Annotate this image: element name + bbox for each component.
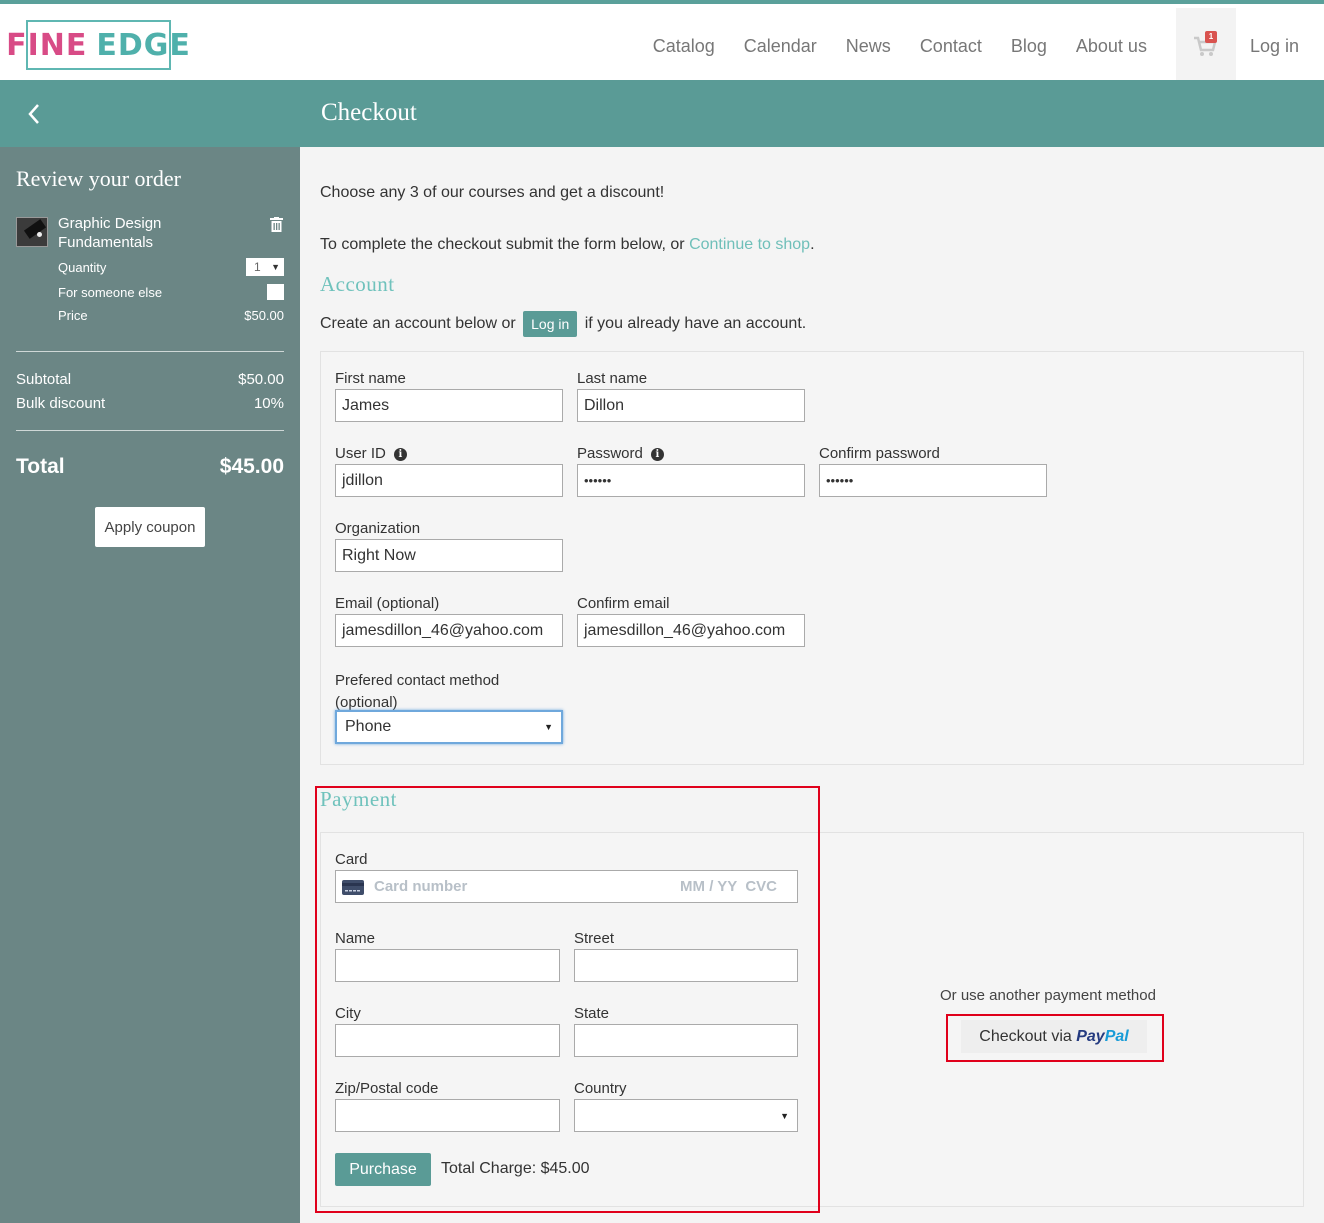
page-title: Checkout xyxy=(321,99,417,126)
price-label: Price xyxy=(58,308,88,323)
apply-coupon-button[interactable]: Apply coupon xyxy=(95,507,205,547)
paypal-highlight-box xyxy=(946,1014,1164,1062)
info-icon[interactable]: i xyxy=(650,447,664,461)
organization-label: Organization xyxy=(335,520,421,537)
cart-button[interactable]: 1 xyxy=(1175,8,1236,84)
account-intro-start: Create an account below or xyxy=(320,315,521,333)
top-navbar: FINE EDGE Catalog Calendar News Contact … xyxy=(0,0,1324,84)
subtotal-label: Subtotal xyxy=(16,371,72,388)
organization-input[interactable]: Right Now xyxy=(335,539,563,572)
complete-text-start: To complete the checkout submit the form… xyxy=(320,236,690,253)
page-header: Checkout xyxy=(0,80,1324,147)
order-review-sidebar: Review your order Graphic Design Fundame… xyxy=(0,147,300,1223)
nav-calendar[interactable]: Calendar xyxy=(744,36,817,57)
subtotal-row: Subtotal $50.00 xyxy=(16,371,284,388)
total-row: Total $45.00 xyxy=(16,455,284,479)
trash-icon[interactable] xyxy=(270,217,283,232)
nav-about-us[interactable]: About us xyxy=(1076,36,1147,57)
price-value: $50.00 xyxy=(244,308,284,323)
checkout-main: Choose any 3 of our courses and get a di… xyxy=(300,147,1324,1223)
password-label-wrap: Password i xyxy=(577,445,664,462)
complete-text: To complete the checkout submit the form… xyxy=(320,236,815,254)
email-label: Email (optional) xyxy=(335,595,440,612)
complete-text-end: . xyxy=(810,236,815,253)
quantity-select[interactable]: 1 ▼ xyxy=(246,258,284,276)
user-id-label: User ID xyxy=(335,445,386,462)
user-id-input[interactable]: jdillon xyxy=(335,464,563,497)
logo-word-fine: FINE xyxy=(6,27,88,63)
someone-else-checkbox[interactable] xyxy=(267,284,284,300)
user-id-label-wrap: User ID i xyxy=(335,445,407,462)
contact-method-value: Phone xyxy=(345,718,392,735)
nav-contact[interactable]: Contact xyxy=(920,36,982,57)
confirm-email-label: Confirm email xyxy=(577,595,670,612)
course-thumbnail xyxy=(16,217,48,247)
discount-value: 10% xyxy=(253,395,284,412)
cart-count-badge: 1 xyxy=(1204,31,1217,43)
quantity-row: Quantity 1 ▼ xyxy=(58,258,284,276)
promo-text: Choose any 3 of our courses and get a di… xyxy=(320,184,665,201)
back-chevron-icon[interactable] xyxy=(22,101,46,127)
nav-blog[interactable]: Blog xyxy=(1011,36,1047,57)
confirm-password-label: Confirm password xyxy=(819,445,940,462)
first-name-label: First name xyxy=(335,370,406,387)
review-order-title: Review your order xyxy=(16,166,181,191)
alt-payment-text: Or use another payment method xyxy=(940,987,1156,1004)
nav-news[interactable]: News xyxy=(846,36,891,57)
fine-edge-logo[interactable]: FINE EDGE xyxy=(6,20,190,70)
account-intro-end: if you already have an account. xyxy=(580,315,807,333)
quantity-label: Quantity xyxy=(58,259,107,275)
first-name-input[interactable]: James xyxy=(335,389,563,422)
contact-method-label: Prefered contact method (optional) xyxy=(335,672,500,711)
info-icon[interactable]: i xyxy=(393,447,407,461)
dropdown-arrow-icon: ▼ xyxy=(544,722,553,732)
account-intro: Create an account below or Log in if you… xyxy=(320,311,806,337)
continue-to-shop-link[interactable]: Continue to shop xyxy=(689,236,810,253)
account-login-button[interactable]: Log in xyxy=(523,311,578,337)
password-label: Password xyxy=(577,445,643,462)
logo-word-edge: EDGE xyxy=(96,27,191,63)
divider xyxy=(16,430,284,431)
divider xyxy=(16,351,284,352)
email-input[interactable]: jamesdillon_46@yahoo.com xyxy=(335,614,563,647)
payment-highlight-box xyxy=(315,786,820,1213)
price-row: Price $50.00 xyxy=(58,308,284,323)
last-name-label: Last name xyxy=(577,370,648,387)
password-input[interactable]: •••••• xyxy=(577,464,805,497)
last-name-input[interactable]: Dillon xyxy=(577,389,805,422)
contact-method-select[interactable]: Phone ▼ xyxy=(335,710,563,744)
account-section-title: Account xyxy=(320,272,395,296)
discount-row: Bulk discount 10% xyxy=(16,395,284,412)
course-name: Graphic Design Fundamentals xyxy=(58,215,162,251)
nav-login[interactable]: Log in xyxy=(1250,36,1299,57)
subtotal-value: $50.00 xyxy=(238,371,284,388)
main-nav: Catalog Calendar News Contact Blog About… xyxy=(653,8,1324,84)
discount-label: Bulk discount xyxy=(16,395,106,412)
total-value: $45.00 xyxy=(219,455,284,478)
total-label: Total xyxy=(16,455,65,478)
confirm-email-input[interactable]: jamesdillon_46@yahoo.com xyxy=(577,614,805,647)
dropdown-arrow-icon: ▼ xyxy=(271,262,280,272)
quantity-value: 1 xyxy=(254,260,261,274)
someone-else-row: For someone else xyxy=(58,284,284,300)
nav-catalog[interactable]: Catalog xyxy=(653,36,715,57)
confirm-password-input[interactable]: •••••• xyxy=(819,464,1047,497)
someone-else-label: For someone else xyxy=(58,284,163,300)
